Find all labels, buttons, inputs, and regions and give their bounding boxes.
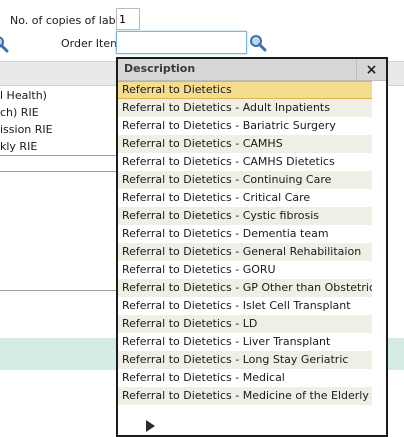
dropdown-list: Referral to Dietetics Referral to Dieteti… — [118, 81, 372, 405]
dropdown-item[interactable]: Referral to Dietetics - Medical — [118, 369, 372, 387]
dropdown-header: Description × — [118, 59, 386, 81]
order-item-dropdown: Description × Referral to Dietetics Refer… — [116, 57, 388, 437]
search-icon[interactable] — [249, 34, 267, 52]
order-item-label: Order Item — [61, 37, 121, 50]
background-row-2: ch) RIE — [0, 106, 39, 119]
close-icon[interactable]: × — [356, 59, 386, 80]
dropdown-item[interactable]: Referral to Dietetics - CAMHS Dietetics — [118, 153, 372, 171]
dropdown-item[interactable]: Referral to Dietetics - Critical Care — [118, 189, 372, 207]
search-icon-left[interactable] — [0, 35, 9, 53]
dropdown-item[interactable]: Referral to Dietetics - Dementia team — [118, 225, 372, 243]
dropdown-item[interactable]: Referral to Dietetics - Cystic fibrosis — [118, 207, 372, 225]
dropdown-item[interactable]: Referral to Dietetics - Bariatric Surger… — [118, 117, 372, 135]
dropdown-item[interactable]: Referral to Dietetics - Adult Inpatients — [118, 99, 372, 117]
background-divider-2 — [0, 171, 116, 172]
dropdown-item[interactable]: Referral to Dietetics - GORU — [118, 261, 372, 279]
dropdown-item[interactable]: Referral to Dietetics - General Rehabili… — [118, 243, 372, 261]
dropdown-item[interactable]: Referral to Dietetics - Long Stay Geriat… — [118, 351, 372, 369]
order-item-input[interactable] — [116, 31, 247, 54]
dropdown-item[interactable]: Referral to Dietetics - Islet Cell Trans… — [118, 297, 372, 315]
dropdown-item[interactable]: Referral to Dietetics - Medicine of the … — [118, 387, 372, 405]
dropdown-item[interactable]: Referral to Dietetics - Continuing Care — [118, 171, 372, 189]
background-row-4: kly RIE — [0, 140, 38, 153]
background-divider-3 — [0, 290, 116, 291]
dropdown-item[interactable]: Referral to Dietetics - LD — [118, 315, 372, 333]
dropdown-item[interactable]: Referral to Dietetics - GP Other than Ob… — [118, 279, 372, 297]
copies-label: No. of copies of labels — [10, 14, 132, 27]
background-divider — [0, 155, 116, 156]
dropdown-item[interactable]: Referral to Dietetics - CAMHS — [118, 135, 372, 153]
copies-input[interactable] — [116, 8, 140, 30]
background-row-3: ission RIE — [0, 123, 53, 136]
dropdown-item[interactable]: Referral to Dietetics — [118, 81, 372, 99]
background-row-1: l Health) — [0, 89, 47, 102]
dropdown-item[interactable]: Referral to Dietetics - Liver Transplant — [118, 333, 372, 351]
play-arrow-icon[interactable] — [146, 420, 155, 432]
column-header-description: Description — [124, 62, 196, 75]
